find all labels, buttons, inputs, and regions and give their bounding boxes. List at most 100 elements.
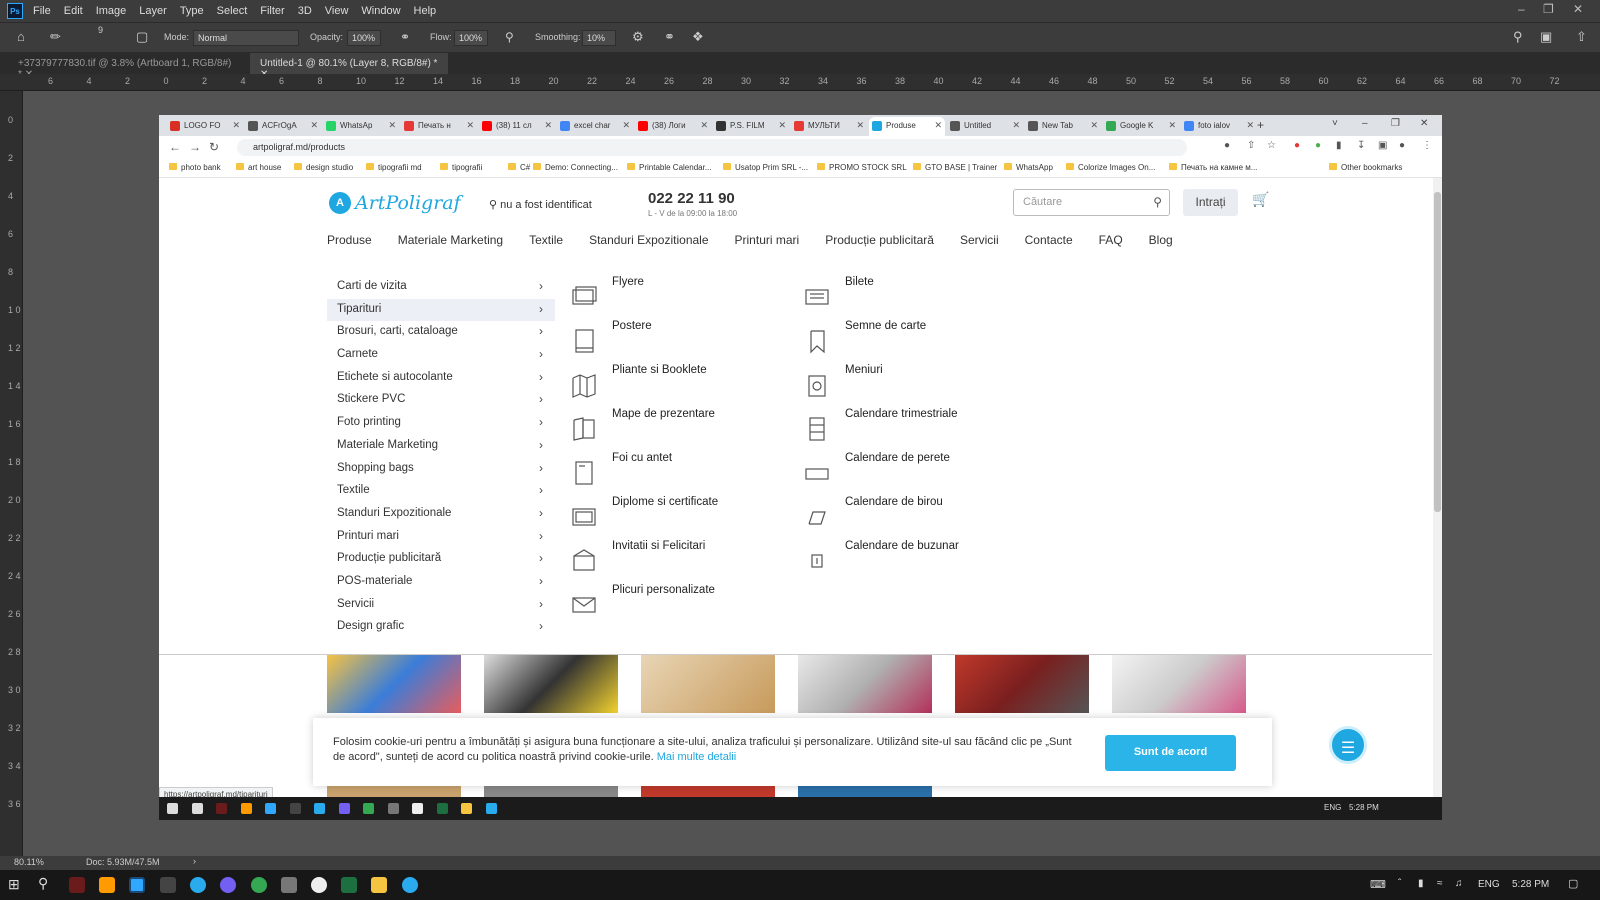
browser-tab[interactable]: Печать н ✕ — [401, 117, 477, 136]
close-icon[interactable]: ✕ — [388, 120, 396, 131]
subcategory-item[interactable]: Semne de carte — [804, 320, 1004, 360]
nav-link[interactable]: Producție publicitară — [825, 233, 934, 253]
location-indicator[interactable]: ⚲ nu a fost identificat — [489, 198, 592, 211]
taskbar-app-icon[interactable] — [240, 803, 252, 814]
nav-link[interactable]: Produse — [327, 233, 372, 253]
nav-link[interactable]: Servicii — [960, 233, 999, 253]
subcategory-item[interactable]: Diplome si certificate — [571, 496, 771, 536]
browser-tab[interactable]: (38) Логи ✕ — [635, 117, 711, 136]
close-icon[interactable]: ✕ — [1168, 120, 1176, 131]
gear-icon[interactable]: ⚙ — [632, 29, 644, 45]
search-icon[interactable]: ⚲ — [1153, 195, 1162, 209]
app-icon[interactable] — [160, 877, 176, 893]
telegram-icon[interactable] — [190, 877, 206, 893]
subcategory-item[interactable]: Meniuri — [804, 364, 1004, 404]
category-item[interactable]: Carnete › — [327, 344, 555, 367]
taskbar-app-icon[interactable] — [289, 803, 301, 814]
menu-file[interactable]: File — [33, 5, 51, 17]
clock[interactable]: 5:28 PM — [1512, 879, 1549, 890]
nav-link[interactable]: FAQ — [1099, 233, 1123, 253]
minimize-icon[interactable]: – — [1518, 2, 1525, 16]
browser-tab[interactable]: excel char ✕ — [557, 117, 633, 136]
bookmark-item[interactable]: photo bank — [169, 163, 221, 172]
browser-tab[interactable]: Google K ✕ — [1103, 117, 1179, 136]
nav-link[interactable]: Blog — [1149, 233, 1173, 253]
browser-tab[interactable]: Untitled ✕ — [947, 117, 1023, 136]
reload-icon[interactable]: ↻ — [209, 140, 219, 154]
taskbar-app-icon[interactable] — [265, 803, 276, 814]
menu-filter[interactable]: Filter — [260, 5, 284, 17]
scrollbar-thumb[interactable] — [1434, 192, 1441, 512]
site-logo[interactable]: A ArtPoligraf — [329, 192, 461, 214]
category-item[interactable]: Stickere PVC › — [327, 389, 555, 412]
chevron-up-icon[interactable]: ˆ — [1398, 878, 1401, 889]
menu-type[interactable]: Type — [180, 5, 204, 17]
back-icon[interactable]: ← — [169, 140, 181, 154]
subcategory-item[interactable]: Flyere — [571, 276, 771, 316]
close-icon[interactable]: ✕ — [466, 120, 474, 131]
symmetry-icon[interactable]: ❖ — [692, 29, 704, 45]
nav-link[interactable]: Printuri mari — [735, 233, 800, 253]
subcategory-item[interactable]: Invitatii si Felicitari — [571, 540, 771, 580]
airbrush-icon[interactable]: ⚲ — [505, 30, 514, 44]
illustrator-icon[interactable] — [99, 877, 115, 893]
brush-panel-icon[interactable]: ▢ — [136, 29, 148, 45]
bookmark-item[interactable]: Demo: Connecting... — [533, 163, 618, 172]
chevron-right-icon[interactable]: › — [193, 856, 196, 866]
share-icon[interactable]: ⇧ — [1247, 140, 1255, 151]
cart-icon[interactable]: 🛒 — [1252, 191, 1269, 208]
nav-link[interactable]: Materiale Marketing — [398, 233, 503, 253]
category-item[interactable]: Materiale Marketing › — [327, 435, 555, 458]
menu-image[interactable]: Image — [96, 5, 127, 17]
category-item[interactable]: Brosuri, carti, cataloage › — [327, 321, 555, 344]
bookmark-item[interactable]: Usatop Prim SRL -... — [723, 163, 808, 172]
close-icon[interactable]: ✕ — [1420, 118, 1428, 129]
workspace-icon[interactable]: ▣ — [1540, 29, 1552, 45]
category-item[interactable]: POS-materiale › — [327, 571, 555, 594]
product-thumbnail[interactable] — [798, 785, 932, 797]
browser-tab[interactable]: foto ialov ✕ — [1181, 117, 1257, 136]
category-item[interactable]: Design grafic › — [327, 616, 555, 639]
bookmark-item[interactable]: tipografii — [440, 163, 482, 172]
product-thumbnail[interactable] — [484, 785, 618, 797]
browser-tab[interactable]: P.S. FILM ✕ — [713, 117, 789, 136]
taskbar-app-icon[interactable] — [363, 803, 374, 814]
app-icon[interactable] — [311, 877, 327, 893]
taskbar-app-icon[interactable] — [216, 803, 227, 814]
phone-number[interactable]: 022 22 11 90 — [648, 190, 735, 207]
browser-tab[interactable]: WhatsAp ✕ — [323, 117, 399, 136]
wifi-icon[interactable]: ≈ — [1437, 878, 1443, 889]
category-item[interactable]: Foto printing › — [327, 412, 555, 435]
browser-tab[interactable]: (38) 11 сл ✕ — [479, 117, 555, 136]
close-icon[interactable]: ✕ — [1573, 2, 1583, 16]
product-thumbnail[interactable] — [1112, 655, 1246, 713]
viber-icon[interactable] — [220, 877, 236, 893]
bookmark-item[interactable]: Colorize Images On... — [1066, 163, 1155, 172]
menu-layer[interactable]: Layer — [139, 5, 167, 17]
taskbar-app-icon[interactable] — [314, 803, 325, 814]
taskbar-app-icon[interactable] — [191, 803, 203, 814]
subcategory-item[interactable]: Pliante si Booklete — [571, 364, 771, 404]
subcategory-item[interactable]: Calendare de birou — [804, 496, 1004, 536]
restore-icon[interactable]: ❐ — [1543, 2, 1554, 16]
browser-tab[interactable]: ACFrOgA ✕ — [245, 117, 321, 136]
menu-help[interactable]: Help — [414, 5, 437, 17]
bookmark-item[interactable]: art house — [236, 163, 281, 172]
explorer-icon[interactable] — [371, 877, 387, 893]
close-icon[interactable]: ✕ — [544, 120, 552, 131]
app-icon[interactable] — [69, 877, 85, 893]
close-icon[interactable]: ✕ — [856, 120, 864, 131]
taskbar-app-icon[interactable] — [167, 803, 178, 814]
more-icon[interactable]: ⋮ — [1422, 140, 1432, 151]
extension-icon[interactable]: ● — [1315, 140, 1321, 151]
bookmark-item[interactable]: GTO BASE | Trainer — [913, 163, 997, 172]
smoothing-input[interactable]: 10% — [582, 30, 616, 46]
restore-icon[interactable]: ❐ — [1391, 118, 1400, 129]
download-icon[interactable]: ↧ — [1357, 140, 1365, 151]
pressure-size-icon[interactable]: ⚭ — [664, 29, 675, 45]
category-item[interactable]: Etichete si autocolante › — [327, 367, 555, 390]
minimize-icon[interactable]: – — [1362, 118, 1368, 129]
close-icon[interactable]: ✕ — [700, 120, 708, 131]
browser-tab[interactable]: МУЛЬТИ ✕ — [791, 117, 867, 136]
product-thumbnail[interactable] — [327, 655, 461, 713]
